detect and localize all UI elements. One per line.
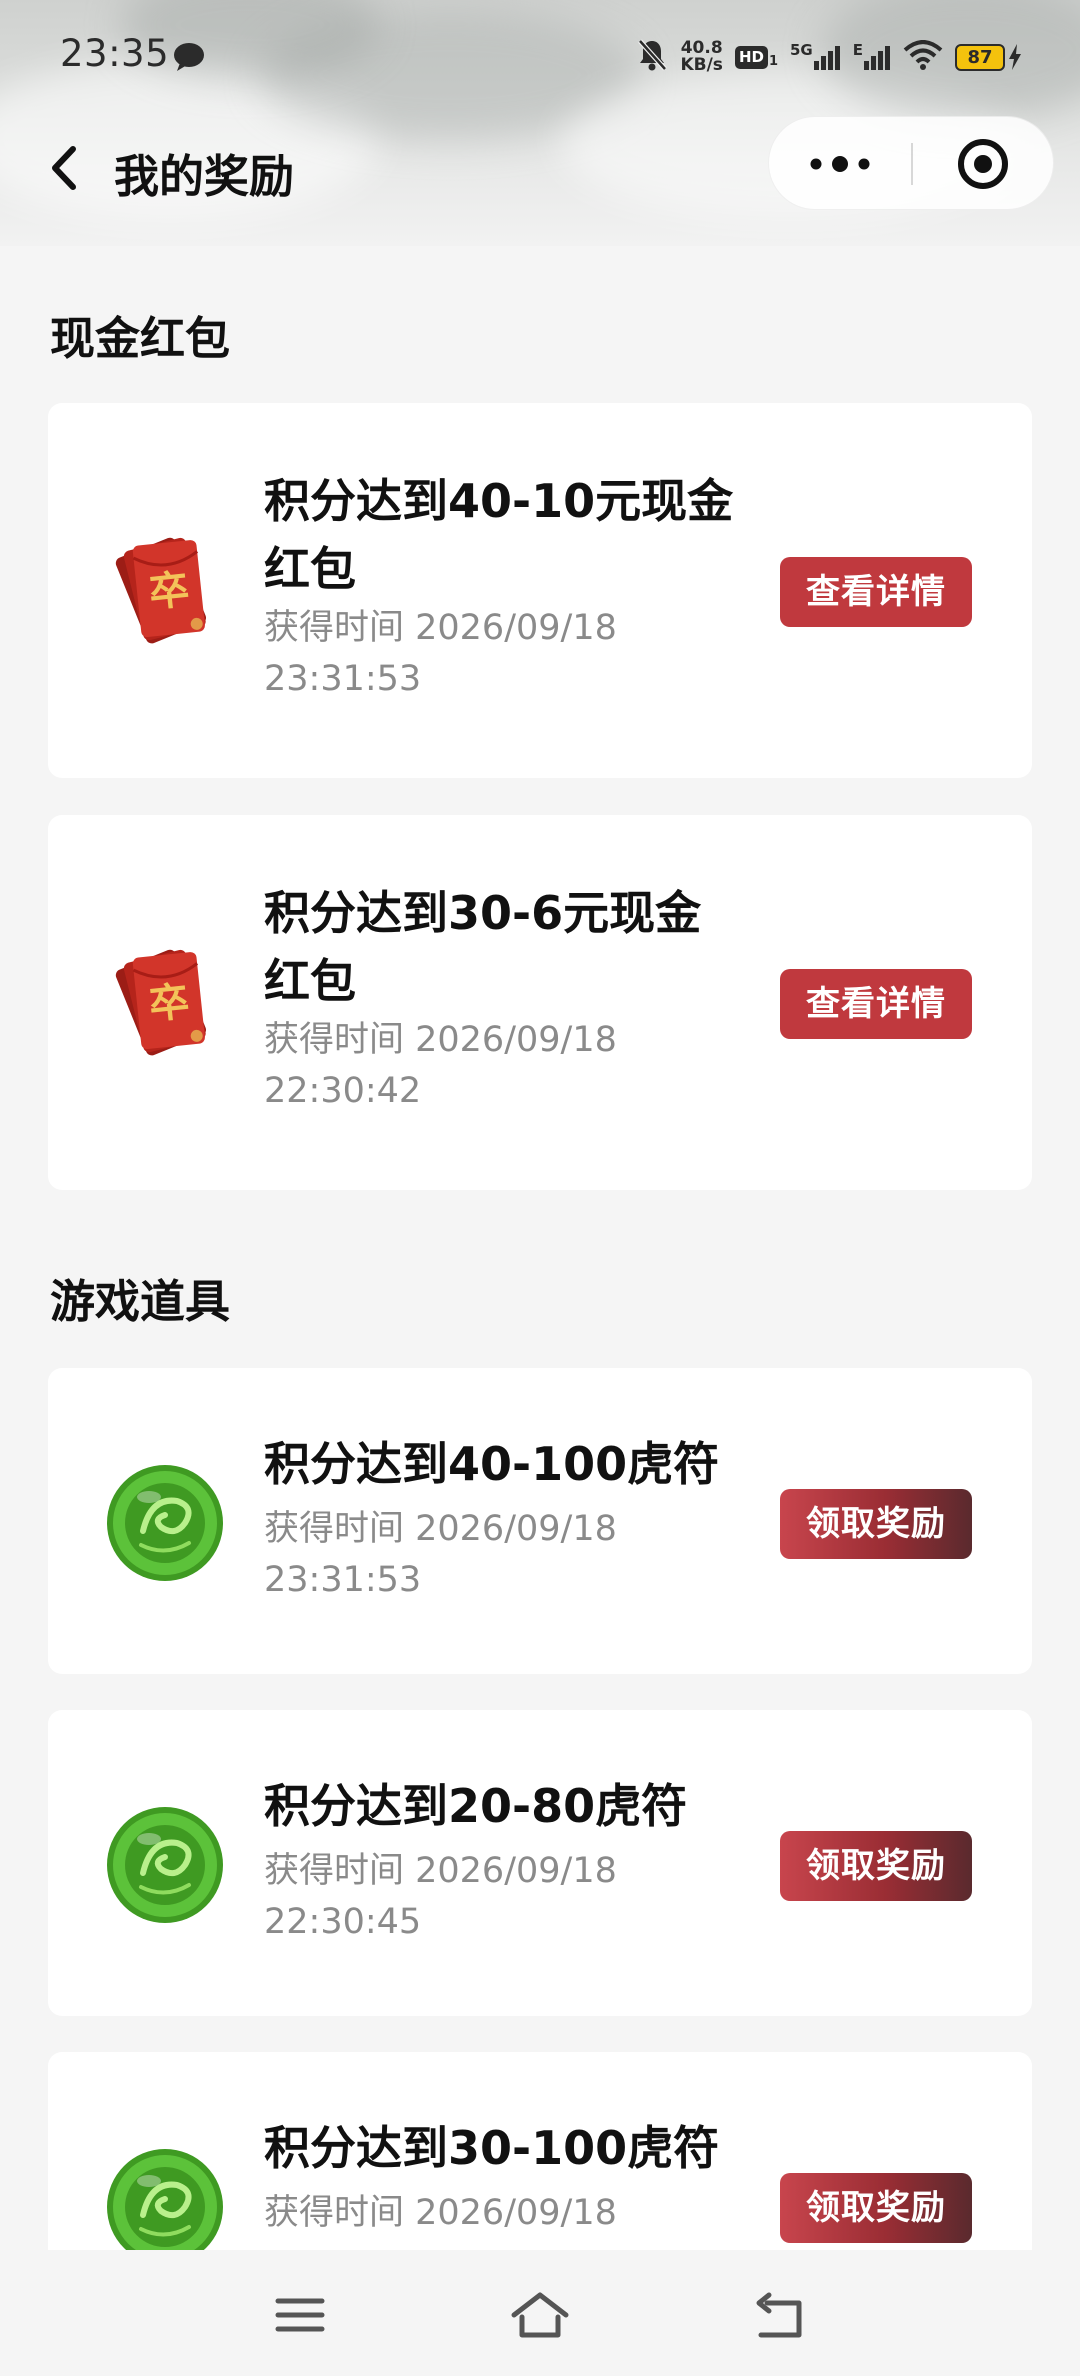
chevron-left-icon bbox=[52, 146, 76, 190]
mute-bell-icon bbox=[636, 38, 668, 76]
reward-time-line: 获得时间 2026/09/18 bbox=[264, 1509, 617, 1549]
jade-token-icon bbox=[103, 1461, 227, 1589]
claim-reward-button[interactable]: 领取奖励 bbox=[780, 2173, 972, 2243]
reward-text: 积分达到30-100虎符 获得时间 2026/09/18 bbox=[264, 2114, 784, 2239]
charging-bolt-icon bbox=[1009, 44, 1021, 70]
red-envelope-icon: 卒 bbox=[103, 937, 227, 1071]
reward-title-line: 红包 bbox=[264, 542, 356, 596]
target-close-icon bbox=[958, 139, 1008, 189]
reward-card: 卒 积分达到30-6元现金 红包 获得时间 2026/09/18 22:30:4… bbox=[48, 815, 1032, 1190]
reward-card: 卒 积分达到40-10元现金 红包 获得时间 2026/09/18 23:31:… bbox=[48, 403, 1032, 778]
reward-time-line: 获得时间 2026/09/18 bbox=[264, 1020, 617, 1060]
page-title: 我的奖励 bbox=[114, 150, 295, 203]
more-dots-icon bbox=[810, 156, 870, 172]
reward-title-line: 红包 bbox=[264, 954, 356, 1008]
battery-level: 87 bbox=[955, 43, 1005, 71]
signal-e-label: E bbox=[852, 41, 863, 59]
reward-title: 积分达到40-10元现金 红包 bbox=[264, 467, 784, 603]
reward-time-line: 23:31:53 bbox=[264, 659, 422, 699]
reward-title: 积分达到40-100虎符 bbox=[264, 1437, 720, 1491]
reward-time-line: 获得时间 2026/09/18 bbox=[264, 608, 617, 648]
reward-time-line: 获得时间 2026/09/18 bbox=[264, 1851, 617, 1891]
svg-text:卒: 卒 bbox=[147, 566, 192, 617]
reward-time: 获得时间 2026/09/18 22:30:45 bbox=[264, 1846, 644, 1948]
home-icon bbox=[511, 2292, 569, 2338]
reward-title: 积分达到30-6元现金 红包 bbox=[264, 879, 784, 1015]
hd-sub: 1 bbox=[768, 53, 778, 69]
status-bar: 23:35 40.8 KB/s HD 1 5G E 87 bbox=[0, 24, 1080, 90]
jade-token-icon bbox=[103, 1803, 227, 1931]
reward-text: 积分达到40-100虎符 获得时间 2026/09/18 23:31:53 bbox=[264, 1430, 784, 1606]
reward-title-line: 积分达到40-10元现金 bbox=[264, 474, 734, 528]
claim-reward-button[interactable]: 领取奖励 bbox=[780, 1489, 972, 1559]
reward-text: 积分达到40-10元现金 红包 获得时间 2026/09/18 23:31:53 bbox=[264, 467, 784, 705]
reward-title: 积分达到20-80虎符 bbox=[264, 1779, 688, 1833]
red-envelope-icon: 卒 bbox=[103, 525, 227, 659]
home-button[interactable] bbox=[510, 2290, 570, 2340]
signal-bars-icon bbox=[813, 46, 840, 70]
back-system-button[interactable] bbox=[750, 2290, 810, 2340]
section-title-cash: 现金红包 bbox=[50, 312, 231, 365]
view-details-button[interactable]: 查看详情 bbox=[780, 969, 972, 1039]
svg-text:卒: 卒 bbox=[147, 978, 192, 1029]
hd-badge: HD bbox=[734, 45, 768, 69]
reward-title: 积分达到30-100虎符 bbox=[264, 2121, 720, 2175]
section-title-game-items: 游戏道具 bbox=[50, 1275, 231, 1328]
reward-card: 积分达到20-80虎符 获得时间 2026/09/18 22:30:45 领取奖… bbox=[48, 1710, 1032, 2016]
reward-card: 积分达到40-100虎符 获得时间 2026/09/18 23:31:53 领取… bbox=[48, 1368, 1032, 1674]
signal-e: E bbox=[853, 43, 891, 71]
message-bubble-icon bbox=[172, 42, 206, 76]
system-nav-bar bbox=[0, 2250, 1080, 2376]
back-button[interactable] bbox=[38, 138, 88, 198]
signal-5g-label: 5G bbox=[790, 41, 813, 59]
view-details-button[interactable]: 查看详情 bbox=[780, 557, 972, 627]
header: 23:35 40.8 KB/s HD 1 5G E 87 我的奖励 bbox=[0, 0, 1080, 246]
reward-time-line: 获得时间 2026/09/18 bbox=[264, 2193, 617, 2233]
reward-time: 获得时间 2026/09/18 bbox=[264, 2188, 644, 2239]
status-time: 23:35 bbox=[60, 32, 170, 75]
reward-time: 获得时间 2026/09/18 23:31:53 bbox=[264, 1504, 644, 1606]
close-mini-program-button[interactable] bbox=[912, 117, 1054, 211]
mini-program-capsule bbox=[768, 116, 1054, 210]
reward-title-line: 积分达到30-6元现金 bbox=[264, 886, 702, 940]
nav-bar: 我的奖励 bbox=[0, 108, 1080, 228]
return-icon bbox=[756, 2292, 802, 2338]
reward-text: 积分达到20-80虎符 获得时间 2026/09/18 22:30:45 bbox=[264, 1772, 784, 1948]
reward-text: 积分达到30-6元现金 红包 获得时间 2026/09/18 22:30:42 bbox=[264, 879, 784, 1117]
hd-indicator: HD 1 bbox=[734, 45, 778, 69]
menu-button[interactable] bbox=[270, 2290, 330, 2340]
signal-bars-icon bbox=[864, 46, 890, 70]
wifi-icon bbox=[903, 40, 943, 74]
reward-time: 获得时间 2026/09/18 23:31:53 bbox=[264, 603, 644, 705]
network-speed-unit: KB/s bbox=[680, 55, 723, 75]
battery: 87 bbox=[955, 43, 1022, 71]
reward-time: 获得时间 2026/09/18 22:30:42 bbox=[264, 1015, 644, 1117]
signal-5g: 5G bbox=[790, 43, 841, 71]
reward-time-line: 22:30:42 bbox=[264, 1071, 422, 1111]
reward-time-line: 23:31:53 bbox=[264, 1560, 422, 1600]
claim-reward-button[interactable]: 领取奖励 bbox=[780, 1831, 972, 1901]
network-speed: 40.8 KB/s bbox=[680, 40, 722, 74]
reward-time-line: 22:30:45 bbox=[264, 1902, 422, 1942]
menu-icon bbox=[275, 2298, 325, 2332]
more-button[interactable] bbox=[769, 117, 911, 211]
